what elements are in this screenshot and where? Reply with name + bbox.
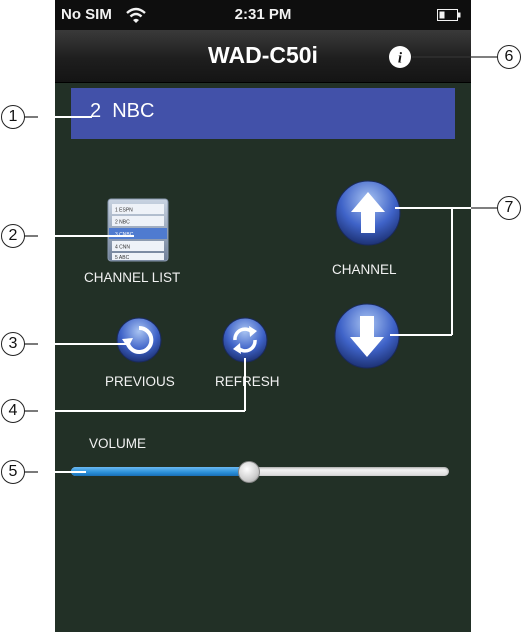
previous-button[interactable] [116,317,162,363]
volume-slider[interactable] [71,461,451,483]
callout-4: 4 [1,399,25,423]
callout-6: 6 [497,45,521,69]
previous-label: PREVIOUS [105,374,175,389]
status-time: 2:31 PM [234,6,292,23]
battery-icon [437,9,461,21]
callout-3: 3 [1,332,25,356]
volume-fill [71,467,249,476]
volume-label: VOLUME [89,436,147,451]
channel-list-label: CHANNEL LIST [84,270,181,285]
channel-list-row: 1 ESPN [115,208,133,214]
channel-label: CHANNEL [332,262,397,277]
channel-list-row: 5 ABC [115,255,130,261]
channel-list-icon: 1 ESPN 2 NBC 3 CNBC 4 CNN 5 ABC [107,198,169,262]
callout-1: 1 [1,105,25,129]
current-channel-display: 2 NBC [71,88,455,139]
channel-up-button[interactable] [335,180,401,246]
status-bar: No SIM 2:31 PM [55,0,471,30]
callout-7: 7 [497,196,521,220]
channel-list-button[interactable]: 1 ESPN 2 NBC 3 CNBC 4 CNN 5 ABC [107,198,169,262]
callout-2: 2 [1,224,25,248]
channel-list-row: 2 NBC [115,220,130,226]
callout-5: 5 [1,460,25,484]
info-icon[interactable]: i [388,45,412,69]
refresh-button[interactable] [222,317,268,363]
current-channel-text: 2 NBC [90,100,155,122]
channel-list-row: 4 CNN [115,245,130,251]
channel-list-row: 3 CNBC [115,232,134,238]
volume-thumb[interactable] [237,461,260,483]
refresh-label: REFRESH [215,374,280,389]
app-screen: No SIM 2:31 PM WAD-C50i 2 NBC 1 ESPN 2 N… [55,0,471,632]
channel-down-button[interactable] [334,303,400,369]
